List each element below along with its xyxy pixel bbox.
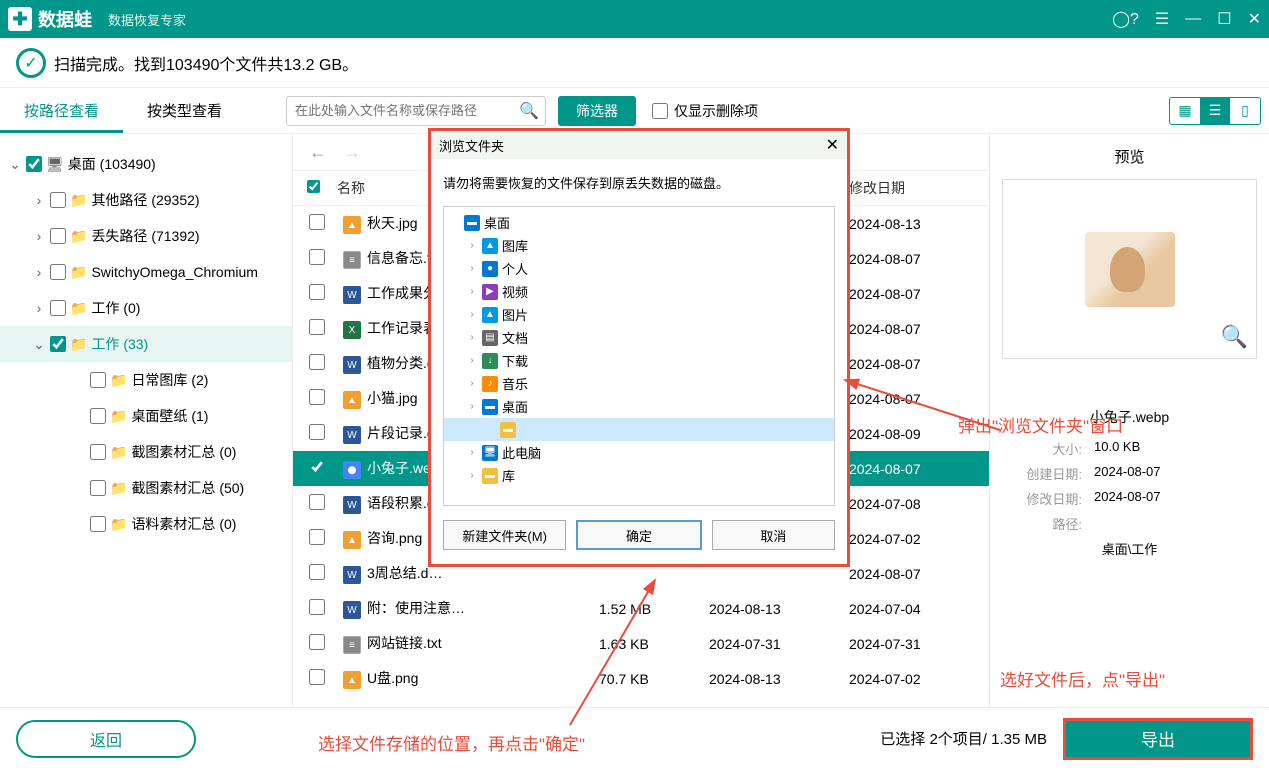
dialog-tree-item[interactable]: ›▬桌面 bbox=[444, 395, 834, 418]
dialog-folder-tree[interactable]: ▬桌面›▲图库›● 个人›▶视频›▲图片›▤文档›↓下载›♪音乐›▬桌面▬ ›🖥… bbox=[443, 206, 835, 506]
show-deleted-only[interactable]: 仅显示删除项 bbox=[652, 101, 758, 121]
tree-item[interactable]: 📁截图素材汇总 (50) bbox=[0, 470, 292, 506]
zoom-icon[interactable]: 🔍 bbox=[1221, 324, 1248, 350]
search-box[interactable]: 🔍 bbox=[286, 96, 546, 126]
tree-item[interactable]: ›📁丢失路径 (71392) bbox=[0, 218, 292, 254]
tree-item[interactable]: 📁语料素材汇总 (0) bbox=[0, 506, 292, 542]
tree-item[interactable]: ›📁SwitchyOmega_Chromium bbox=[0, 254, 292, 290]
view-list-icon[interactable]: ☰ bbox=[1200, 98, 1230, 124]
tab-by-path[interactable]: 按路径查看 bbox=[0, 88, 123, 133]
tree-item[interactable]: 📁日常图库 (2) bbox=[0, 362, 292, 398]
tab-by-type[interactable]: 按类型查看 bbox=[123, 88, 246, 133]
preview-created: 2024-08-07 bbox=[1094, 464, 1161, 483]
footer: 返回 已选择 2个项目/ 1.35 MB 导出 bbox=[0, 707, 1269, 769]
preview-title: 预览 bbox=[1002, 146, 1257, 167]
dialog-tree-item[interactable]: ›▤文档 bbox=[444, 326, 834, 349]
dialog-tree-item[interactable]: ›🖥此电脑 bbox=[444, 441, 834, 464]
new-folder-button[interactable]: 新建文件夹(M) bbox=[443, 520, 566, 550]
preview-path: 桌面\工作 bbox=[1102, 539, 1158, 558]
selection-status: 已选择 2个项目/ 1.35 MB bbox=[880, 728, 1047, 749]
preview-size: 10.0 KB bbox=[1094, 439, 1140, 458]
scan-status-bar: ✓ 扫描完成。找到103490个文件共13.2 GB。 bbox=[0, 38, 1269, 88]
preview-image-box[interactable]: 🔍 bbox=[1002, 179, 1257, 359]
dialog-title: 浏览文件夹 bbox=[439, 136, 504, 155]
preview-modified: 2024-08-07 bbox=[1094, 489, 1161, 508]
dialog-tree-item[interactable]: ›▶视频 bbox=[444, 280, 834, 303]
filter-button[interactable]: 筛选器 bbox=[558, 96, 636, 126]
dialog-message: 请勿将需要恢复的文件保存到原丢失数据的磁盘。 bbox=[431, 159, 847, 206]
dialog-tree-item[interactable]: ›♪音乐 bbox=[444, 372, 834, 395]
preview-panel: 预览 🔍 小兔子.webp 大小:10.0 KB 创建日期:2024-08-07… bbox=[989, 134, 1269, 707]
file-row[interactable]: ▲U盘.png 70.7 KB2024-08-132024-07-02 bbox=[293, 661, 989, 696]
export-button[interactable]: 导出 bbox=[1063, 718, 1253, 760]
dialog-tree-item[interactable]: ›▲图库 bbox=[444, 234, 834, 257]
help-icon[interactable]: ◯? bbox=[1112, 9, 1139, 29]
check-icon: ✓ bbox=[16, 48, 46, 78]
ok-button[interactable]: 确定 bbox=[576, 520, 701, 550]
scan-status-text: 扫描完成。找到103490个文件共13.2 GB。 bbox=[54, 51, 358, 75]
file-row[interactable]: W附：使用注意… 1.52 MB2024-08-132024-07-04 bbox=[293, 591, 989, 626]
select-all-checkbox[interactable] bbox=[307, 180, 320, 193]
close-icon[interactable]: ✕ bbox=[1248, 9, 1261, 29]
preview-thumbnail bbox=[1085, 232, 1175, 307]
dialog-tree-item[interactable]: ›↓下载 bbox=[444, 349, 834, 372]
tree-item[interactable]: 📁桌面壁纸 (1) bbox=[0, 398, 292, 434]
app-logo: ✚ 数据蛙 bbox=[8, 6, 92, 32]
dialog-tree-item[interactable]: ▬桌面 bbox=[444, 211, 834, 234]
tree-item[interactable]: ⌄📁工作 (33) bbox=[0, 326, 292, 362]
tree-item[interactable]: ⌄🖥桌面 (103490) bbox=[0, 146, 292, 182]
app-name: 数据蛙 bbox=[38, 6, 92, 32]
tree-item[interactable]: 📁截图素材汇总 (0) bbox=[0, 434, 292, 470]
menu-icon[interactable]: ☰ bbox=[1155, 9, 1169, 29]
cancel-button[interactable]: 取消 bbox=[712, 520, 835, 550]
nav-back-icon[interactable]: ← bbox=[309, 142, 327, 163]
dialog-tree-item[interactable]: ▬ bbox=[444, 418, 834, 441]
dialog-tree-item[interactable]: ›▲图片 bbox=[444, 303, 834, 326]
browse-folder-dialog: 浏览文件夹 ✕ 请勿将需要恢复的文件保存到原丢失数据的磁盘。 ▬桌面›▲图库›●… bbox=[428, 128, 850, 567]
nav-forward-icon[interactable]: → bbox=[343, 142, 361, 163]
app-subtitle: 数据恢复专家 bbox=[108, 10, 186, 29]
tree-item[interactable]: ›📁其他路径 (29352) bbox=[0, 182, 292, 218]
file-row[interactable]: ≡网站链接.txt 1.63 KB2024-07-312024-07-31 bbox=[293, 626, 989, 661]
header-moddate[interactable]: 修改日期 bbox=[849, 178, 989, 198]
folder-tree: ⌄🖥桌面 (103490)›📁其他路径 (29352)›📁丢失路径 (71392… bbox=[0, 134, 293, 707]
dialog-tree-item[interactable]: ›▬库 bbox=[444, 464, 834, 487]
titlebar: ✚ 数据蛙 数据恢复专家 ◯? ☰ — ☐ ✕ bbox=[0, 0, 1269, 38]
maximize-icon[interactable]: ☐ bbox=[1217, 9, 1231, 29]
show-deleted-checkbox[interactable] bbox=[652, 103, 668, 119]
dialog-tree-item[interactable]: ›● 个人 bbox=[444, 257, 834, 280]
back-button[interactable]: 返回 bbox=[16, 720, 196, 758]
minimize-icon[interactable]: — bbox=[1185, 10, 1201, 28]
search-input[interactable] bbox=[295, 103, 515, 118]
dialog-close-icon[interactable]: ✕ bbox=[826, 135, 839, 155]
view-detail-icon[interactable]: ▯ bbox=[1230, 98, 1260, 124]
view-grid-icon[interactable]: ▦ bbox=[1170, 98, 1200, 124]
dialog-titlebar: 浏览文件夹 ✕ bbox=[431, 131, 847, 159]
tree-item[interactable]: ›📁工作 (0) bbox=[0, 290, 292, 326]
preview-filename: 小兔子.webp bbox=[1002, 407, 1257, 427]
search-icon[interactable]: 🔍 bbox=[519, 101, 539, 121]
logo-icon: ✚ bbox=[8, 7, 32, 31]
